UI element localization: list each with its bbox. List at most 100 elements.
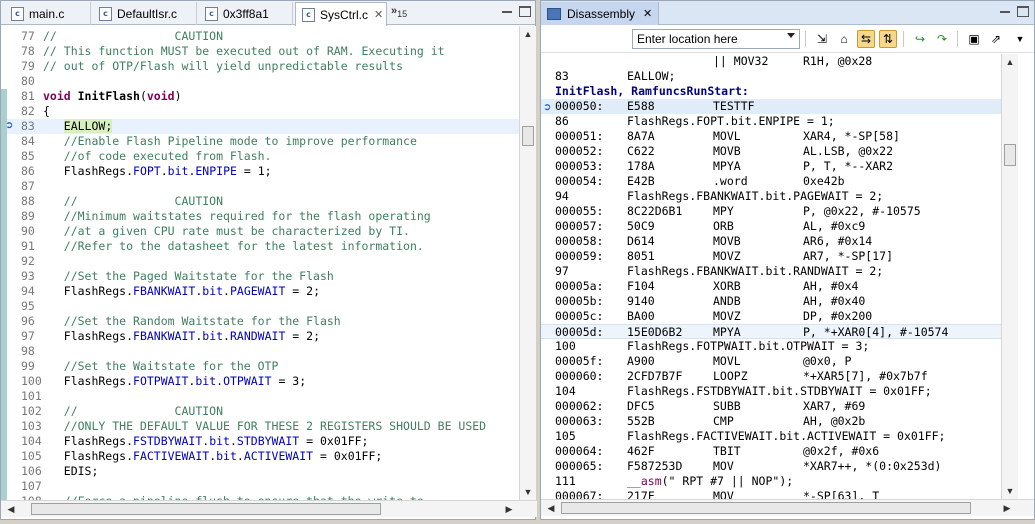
new-view-icon[interactable]: ▣ — [965, 30, 983, 48]
function-label-row[interactable]: InitFlash, RamfuncsRunStart: — [555, 84, 749, 99]
tab-0x3ff8a1[interactable]: c 0x3ff8a1 — [199, 2, 293, 25]
instruction-row[interactable]: 00005f: A900 MOVL @0x0, P — [555, 354, 851, 369]
instruction-row[interactable]: 00005c: BA00 MOVZ DP, #0x200 — [555, 309, 872, 324]
source-line[interactable]: 104 FlashRegs.FSTDBYWAIT.bit.STDBYWAIT =… — [21, 434, 368, 449]
scrollbar-thumb[interactable] — [1004, 144, 1016, 166]
source-line[interactable]: 88 // CAUTION — [21, 194, 223, 209]
go-to-location-icon[interactable]: ⇲ — [813, 30, 831, 48]
close-tab-icon[interactable]: ✕ — [643, 7, 652, 20]
link-with-active-context-icon[interactable]: ⇆ — [857, 30, 875, 48]
tab-main-c[interactable]: c main.c — [5, 2, 91, 25]
source-line[interactable]: 106 EDIS; — [21, 464, 98, 479]
tab-sysctrl-c[interactable]: c SysCtrl.c ✕ — [295, 2, 387, 26]
scroll-up-icon[interactable]: ▲ — [520, 26, 536, 41]
instruction-row[interactable]: 00005a: F104 XORB AH, #0x4 — [555, 279, 858, 294]
source-line[interactable]: 89 //Minimum waitstates required for the… — [21, 209, 431, 224]
instruction-row[interactable]: 000065: F587253D MOV *XAR7++, *(0:0x253d) — [555, 459, 941, 474]
source-annotation-row[interactable]: 105 FlashRegs.FACTIVEWAIT.bit.ACTIVEWAIT … — [555, 429, 946, 444]
source-line[interactable]: 85 //of code executed from Flash. — [21, 149, 271, 164]
source-line[interactable]: 80 — [21, 74, 43, 89]
source-line[interactable]: 94 FlashRegs.FBANKWAIT.bit.PAGEWAIT = 2; — [21, 284, 320, 299]
instruction-row[interactable]: 000054: E42B .word 0xe42b — [555, 174, 845, 189]
chevron-down-icon[interactable] — [787, 33, 795, 38]
scrollbar-thumb[interactable] — [522, 126, 534, 146]
scroll-up-icon[interactable]: ▲ — [1002, 54, 1018, 69]
home-icon[interactable]: ⌂ — [835, 30, 853, 48]
source-line[interactable]: 79 // out of OTP/Flash will yield unpredi… — [21, 59, 403, 74]
scrollbar-thumb[interactable] — [31, 503, 381, 515]
instruction-row[interactable]: || MOV32 R1H, @0x28 — [555, 54, 872, 69]
source-line[interactable]: 81 void InitFlash(void) — [21, 89, 182, 104]
minimize-icon[interactable] — [501, 6, 513, 17]
source-line[interactable]: 93 //Set the Paged Waitstate for the Fla… — [21, 269, 334, 284]
source-line[interactable]: 95 — [21, 299, 43, 314]
source-line[interactable]: 77 // CAUTION — [21, 29, 223, 44]
maximize-icon[interactable] — [519, 6, 531, 17]
instruction-row[interactable]: 000064: 462F TBIT @0x2f, #0x6 — [555, 444, 879, 459]
editor-vertical-scrollbar[interactable]: ▲ ▼ — [519, 26, 536, 500]
instruction-row[interactable]: 000059: 8051 MOVZ AR7, *-SP[17] — [555, 249, 893, 264]
source-line[interactable]: 100 FlashRegs.FOTPWAIT.bit.OTPWAIT = 3; — [21, 374, 306, 389]
editor-horizontal-scrollbar[interactable]: ◀ ▶ — [1, 500, 537, 517]
maximize-icon[interactable] — [1017, 6, 1029, 17]
source-line[interactable]: 101 — [21, 389, 43, 404]
tab-defaultisr-c[interactable]: c DefaultIsr.c — [93, 2, 197, 25]
source-annotation-row[interactable]: 83 EALLOW; — [555, 69, 675, 84]
source-line[interactable]: 84 //Enable Flash Pipeline mode to impro… — [21, 134, 417, 149]
source-line[interactable]: 91 //Refer to the datasheet for the late… — [21, 239, 424, 254]
source-annotation-row[interactable]: 111 __asm(" RPT #7 || NOP"); — [555, 474, 793, 489]
source-line[interactable]: 103 //ONLY THE DEFAULT VALUE FOR THESE 2… — [21, 419, 486, 434]
instruction-row[interactable]: 000062: DFC5 SUBB XAR7, #69 — [555, 399, 865, 414]
scroll-right-icon[interactable]: ▶ — [999, 501, 1015, 516]
instruction-row[interactable]: 000055: 8C22D6B1 MPY P, @0x22, #-10575 — [555, 204, 921, 219]
scroll-left-icon[interactable]: ◀ — [543, 501, 559, 516]
instruction-row[interactable]: 000067: 217F MOV *-SP[63], T — [555, 489, 879, 499]
source-line[interactable]: 102 // CAUTION — [21, 404, 223, 419]
source-line[interactable]: 105 FlashRegs.FACTIVEWAIT.bit.ACTIVEWAIT… — [21, 449, 382, 464]
source-annotation-row[interactable]: 94 FlashRegs.FBANKWAIT.bit.PAGEWAIT = 2; — [555, 189, 883, 204]
view-menu-icon[interactable]: ▼ — [1011, 30, 1029, 48]
instruction-row[interactable]: 00005b: 9140 ANDB AH, #0x40 — [555, 294, 865, 309]
source-line[interactable]: 90 //at a given CPU rate must be charact… — [21, 224, 410, 239]
disassembly-listing[interactable]: || MOV32 R1H, @0x28 83 EALLOW; InitFlash, Ra… — [541, 54, 1001, 499]
location-input[interactable] — [632, 29, 800, 49]
instruction-row[interactable]: 000053: 178A MPYA P, T, *--XAR2 — [555, 159, 893, 174]
instruction-row[interactable]: 000060: 2CFD7B7F LOOPZ *+XAR5[7], #0x7b7f — [555, 369, 928, 384]
disassembly-vertical-scrollbar[interactable]: ▲ ▼ — [1001, 54, 1018, 499]
source-line[interactable]: 82 { — [21, 104, 50, 119]
instruction-row[interactable]: 000057: 50C9 ORB AL, #0xc9 — [555, 219, 865, 234]
source-line[interactable]: 96 //Set the Random Waitstate for the Fl… — [21, 314, 341, 329]
instruction-row[interactable]: 000052: C622 MOVB AL.LSB, @0x22 — [555, 144, 893, 159]
source-annotation-row[interactable]: 104 FlashRegs.FSTDBYWAIT.bit.STDBYWAIT = … — [555, 384, 932, 399]
source-line[interactable]: 98 — [21, 344, 43, 359]
tab-overflow-button[interactable]: »15 — [391, 5, 407, 19]
source-annotation-row[interactable]: 97 FlashRegs.FBANKWAIT.bit.RANDWAIT = 2; — [555, 264, 883, 279]
instruction-row[interactable]: 000051: 8A7A MOVL XAR4, *-SP[58] — [555, 129, 900, 144]
disassembly-horizontal-scrollbar[interactable]: ◀ ▶ — [541, 499, 1034, 516]
source-line[interactable]: 97 FlashRegs.FBANKWAIT.bit.RANDWAIT = 2; — [21, 329, 320, 344]
source-line[interactable]: 86 FlashRegs.FOPT.bit.ENPIPE = 1; — [21, 164, 272, 179]
instruction-row[interactable]: 000058: D614 MOVB AR6, #0x14 — [555, 234, 872, 249]
source-annotation-row[interactable]: 100 FlashRegs.FOTPWAIT.bit.OTPWAIT = 3; — [555, 339, 869, 354]
source-line[interactable]: 78 // This function MUST be executed out … — [21, 44, 445, 59]
code-editor[interactable]: 77 // CAUTION 78 // This function MUST be e… — [1, 26, 519, 500]
close-tab-icon[interactable]: ✕ — [374, 8, 383, 21]
scroll-down-icon[interactable]: ▼ — [1002, 483, 1018, 498]
source-line[interactable]: 87 — [21, 179, 43, 194]
instruction-row[interactable]: 00005d: 15E0D6B2 MPYA P, *+XAR0[4], #-10574 — [541, 324, 1001, 339]
instruction-row[interactable]: 000063: 552B CMP AH, @0x2b — [555, 414, 865, 429]
show-source-icon[interactable]: ⇅ — [879, 30, 897, 48]
step-over-icon[interactable]: ↷ — [933, 30, 951, 48]
scroll-left-icon[interactable]: ◀ — [3, 502, 19, 517]
minimize-icon[interactable] — [999, 6, 1011, 17]
scrollbar-thumb[interactable] — [561, 502, 971, 514]
tab-disassembly[interactable]: Disassembly ✕ — [541, 2, 660, 25]
current-source-line[interactable]: 83 EALLOW; — [7, 119, 519, 134]
source-line[interactable]: 107 — [21, 479, 43, 494]
export-icon[interactable]: ⇗ — [987, 30, 1005, 48]
scroll-down-icon[interactable]: ▼ — [520, 484, 536, 499]
step-into-icon[interactable]: ↪ — [911, 30, 929, 48]
source-annotation-row[interactable]: 86 FlashRegs.FOPT.bit.ENPIPE = 1; — [555, 114, 835, 129]
source-line[interactable]: 99 //Set the Waitstate for the OTP — [21, 359, 278, 374]
scroll-right-icon[interactable]: ▶ — [501, 502, 517, 517]
